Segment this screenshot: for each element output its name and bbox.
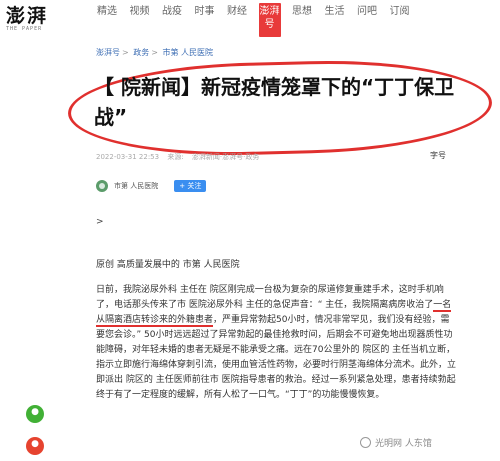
watermark-logo-icon <box>360 437 371 448</box>
nav-item[interactable]: 思想 <box>291 3 313 37</box>
channel-nav: 精选 视频 战疫 时事 财经 澎湃号 思想 生活 问吧 订阅 <box>96 3 421 41</box>
font-size-button[interactable]: 字号 <box>430 150 446 161</box>
breadcrumb-item[interactable]: 澎湃号 <box>96 48 120 57</box>
watermark-text: 光明网 人东馆 <box>375 439 432 449</box>
article-meta: 2022-03-31 22:53 来源: 澎湃新闻·澎湃号·政务 <box>96 152 265 162</box>
expand-arrow-icon[interactable]: > <box>96 217 104 227</box>
article-title: 【 院新闻】新冠疫情笼罩下的“丁丁保卫战” <box>94 75 455 129</box>
source-label: 来源: <box>167 153 184 161</box>
follow-button[interactable]: + 关注 <box>174 180 207 192</box>
nav-item[interactable]: 问吧 <box>356 3 378 37</box>
nav-item[interactable]: 订阅 <box>389 3 411 37</box>
avatar[interactable] <box>96 180 108 192</box>
nav-item[interactable]: 生活 <box>324 3 346 37</box>
nav-item[interactable]: 战疫 <box>161 3 183 37</box>
nav-item[interactable]: 澎湃号 <box>258 3 281 37</box>
channel-label: 澎湃新闻·澎湃号·政务 <box>191 153 260 161</box>
author-row: 市第 人民医院 + 关注 <box>96 178 207 194</box>
site-logo[interactable]: 澎湃 THE PAPER <box>6 6 64 36</box>
wechat-share-icon[interactable]: ● <box>26 405 44 423</box>
logo-subtitle: THE PAPER <box>6 26 43 32</box>
nav-item[interactable]: 时事 <box>194 3 216 37</box>
article-intro: 原创 高质量发展中的 市第 人民医院 <box>96 260 240 270</box>
logo-mark: 澎湃 <box>6 5 49 27</box>
nav-item[interactable]: 视频 <box>129 3 151 37</box>
breadcrumb-item[interactable]: 政务 <box>133 48 149 57</box>
breadcrumb-separator: > <box>151 48 158 57</box>
paragraph-text: 日前，我院泌尿外科 主任在 院区刚完成一台极为复杂的尿道修复重建手术，这时手机响… <box>96 285 444 310</box>
breadcrumb: 澎湃号 > 政务 > 市第 人民医院 <box>96 47 213 58</box>
publish-date: 2022-03-31 22:53 <box>96 153 160 161</box>
author-name[interactable]: 市第 人民医院 <box>114 181 158 191</box>
breadcrumb-item[interactable]: 市第 人民医院 <box>163 48 214 57</box>
watermark: 光明网 人东馆 <box>360 436 432 449</box>
nav-item[interactable]: 财经 <box>226 3 248 37</box>
weibo-share-icon[interactable]: ● <box>26 437 44 455</box>
paragraph-text: ，严重异常勃起50小时，情况非常罕见，我们没有经验，需要您会诊。” 50小时远远… <box>96 315 457 400</box>
top-nav-bar: 澎湃 THE PAPER 精选 视频 战疫 时事 财经 澎湃号 思想 生活 问吧 订阅 <box>0 0 500 44</box>
nav-item[interactable]: 精选 <box>96 3 118 37</box>
breadcrumb-separator: > <box>122 48 129 57</box>
article-paragraph: 日前，我院泌尿外科 主任在 院区刚完成一台极为复杂的尿道修复重建手术，这时手机响… <box>96 283 458 403</box>
article-body: 原创 高质量发展中的 市第 人民医院 日前，我院泌尿外科 主任在 院区刚完成一台… <box>96 258 458 413</box>
